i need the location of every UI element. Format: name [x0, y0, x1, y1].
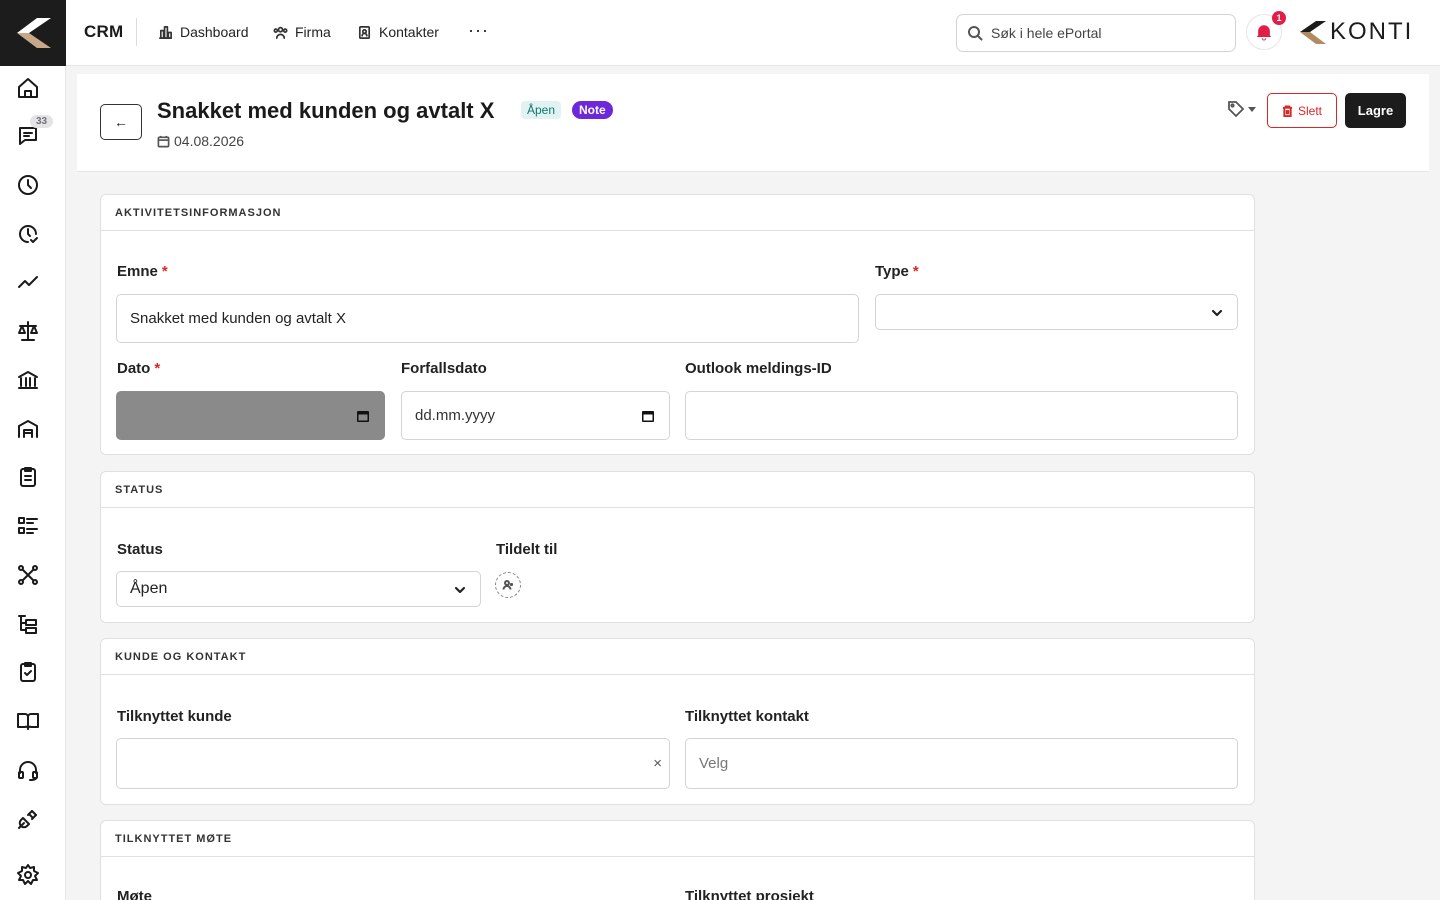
status-heading: STATUS: [101, 472, 1254, 508]
tree-icon[interactable]: [14, 610, 42, 638]
trash-icon: [1282, 105, 1293, 117]
konti-logo-icon: [17, 18, 51, 48]
customer-select[interactable]: ×: [116, 738, 670, 789]
activity-info-section: AKTIVITETSINFORMASJON Emne * Snakket med …: [100, 194, 1255, 455]
forfallsdato-placeholder: dd.mm.yyyy: [415, 407, 496, 424]
network-icon[interactable]: [14, 561, 42, 589]
search-input[interactable]: [991, 25, 1211, 41]
dashboard-icon: [159, 25, 172, 39]
app-logo[interactable]: [0, 0, 66, 66]
contact-select[interactable]: Velg: [685, 738, 1238, 789]
bank-icon[interactable]: [14, 366, 42, 394]
status-badge: Åpen: [521, 101, 562, 119]
top-bar: CRM Dashboard Firma Kontakter ··· 1 KONT…: [66, 0, 1440, 66]
customer-contact-section: KUNDE OG KONTAKT Tilknyttet kunde × Tilk…: [100, 638, 1255, 805]
home-icon[interactable]: [14, 74, 42, 102]
chevron-down-icon: [1248, 106, 1256, 112]
search-icon: [968, 26, 983, 41]
nav-kontakter-label: Kontakter: [379, 24, 439, 40]
outlook-id-input[interactable]: [685, 391, 1238, 440]
back-button[interactable]: ←: [100, 104, 142, 140]
activity-info-heading: AKTIVITETSINFORMASJON: [101, 195, 1254, 231]
contact-label: Tilknyttet kontakt: [685, 708, 809, 725]
emne-input[interactable]: Snakket med kunden og avtalt X: [116, 294, 859, 343]
assigned-to-label: Tildelt til: [496, 541, 558, 558]
add-user-icon: [502, 580, 513, 590]
emne-label: Emne *: [117, 263, 168, 280]
search-box[interactable]: [956, 14, 1236, 52]
calendar-icon[interactable]: [641, 409, 655, 423]
page-date: 04.08.2026: [157, 133, 244, 149]
book-icon[interactable]: [14, 707, 42, 735]
nav-firma[interactable]: Firma: [273, 24, 331, 40]
customer-label: Tilknyttet kunde: [117, 708, 232, 725]
status-label: Status: [117, 541, 163, 558]
meeting-heading: TILKNYTTET MØTE: [101, 821, 1254, 857]
chevron-down-icon: [454, 583, 466, 595]
nav-firma-label: Firma: [295, 24, 331, 40]
clock-icon[interactable]: [14, 171, 42, 199]
nav-dashboard[interactable]: Dashboard: [158, 24, 249, 40]
nav-more-button[interactable]: ···: [468, 20, 489, 41]
sidebar: 33: [0, 0, 66, 900]
project-label: Tilknyttet prosjekt: [685, 888, 814, 900]
save-button[interactable]: Lagre: [1345, 93, 1406, 128]
dato-label: Dato *: [117, 360, 161, 377]
status-select[interactable]: Åpen: [116, 571, 481, 607]
clipboard-check-icon[interactable]: [14, 658, 42, 686]
bell-icon: [1256, 25, 1272, 41]
meeting-section: TILKNYTTET MØTE Møte Tilknyttet prosjekt: [100, 820, 1255, 900]
warehouse-icon[interactable]: [14, 415, 42, 443]
tag-icon: [1228, 101, 1245, 118]
type-label: Type *: [875, 263, 919, 280]
type-badge: Note: [572, 101, 613, 119]
calendar-icon: [356, 409, 370, 423]
status-section: STATUS Status Åpen Tildelt til: [100, 471, 1255, 623]
clipboard-list-icon[interactable]: [14, 463, 42, 491]
delete-button[interactable]: Slett: [1267, 93, 1337, 128]
calendar-icon: [157, 135, 170, 147]
konti-logo-text: KONTI: [1330, 18, 1414, 45]
plug-icon[interactable]: [14, 805, 42, 833]
customer-contact-heading: KUNDE OG KONTAKT: [101, 639, 1254, 675]
notification-count: 1: [1272, 11, 1286, 25]
scale-icon[interactable]: [14, 317, 42, 345]
delete-button-label: Slett: [1297, 103, 1322, 118]
status-value: Åpen: [130, 580, 168, 597]
clock-check-icon[interactable]: [14, 220, 42, 248]
tags-dropdown[interactable]: [1227, 100, 1256, 118]
app-brand[interactable]: CRM: [84, 22, 123, 42]
forfallsdato-input[interactable]: dd.mm.yyyy: [401, 391, 670, 440]
forfallsdato-label: Forfallsdato: [401, 360, 487, 377]
notifications-button[interactable]: 1: [1246, 11, 1286, 50]
nav-dashboard-label: Dashboard: [180, 24, 249, 40]
page-title: Snakket med kunden og avtalt X: [157, 98, 495, 123]
list-icon[interactable]: [14, 512, 42, 540]
nav-kontakter[interactable]: Kontakter: [357, 24, 439, 40]
messages-count-badge: 33: [30, 115, 54, 128]
chevron-down-icon: [1211, 306, 1223, 318]
emne-value: Snakket med kunden og avtalt X: [130, 310, 346, 327]
trend-icon[interactable]: [14, 268, 42, 296]
settings-icon[interactable]: [14, 861, 42, 889]
konti-mark-icon: [1300, 21, 1326, 44]
clear-icon[interactable]: ×: [653, 755, 662, 772]
assign-user-button[interactable]: [495, 572, 521, 598]
headset-icon[interactable]: [14, 756, 42, 784]
dato-input: [116, 391, 385, 440]
page-date-value: 04.08.2026: [174, 133, 245, 149]
outlook-id-label: Outlook meldings-ID: [685, 360, 832, 377]
contacts-icon: [358, 25, 371, 39]
konti-brand-logo: KONTI: [1298, 17, 1413, 47]
brand-divider: [136, 18, 137, 46]
users-icon: [273, 26, 288, 39]
meeting-label: Møte: [117, 888, 152, 900]
contact-placeholder: Velg: [699, 755, 729, 772]
type-select[interactable]: [875, 294, 1238, 330]
page-header: ← Snakket med kunden og avtalt X Åpen No…: [77, 74, 1429, 172]
